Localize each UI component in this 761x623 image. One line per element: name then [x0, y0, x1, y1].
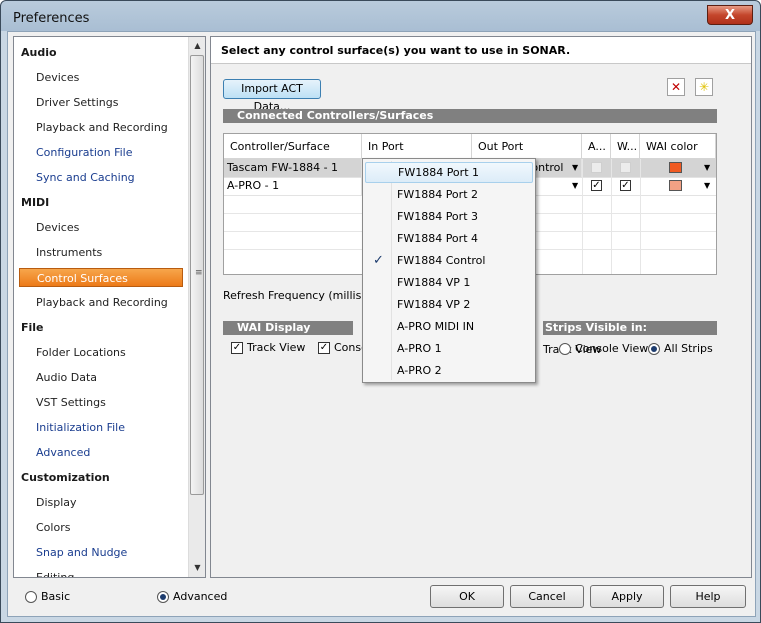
wai-color-swatch[interactable]: [669, 180, 682, 191]
menu-item-label: A-PRO MIDI IN: [397, 320, 475, 333]
col-header-in-port[interactable]: In Port: [362, 134, 472, 159]
tree-category[interactable]: Audio: [21, 43, 57, 62]
menu-item[interactable]: FW1884 Port 4: [365, 228, 533, 249]
col-header-a[interactable]: A...: [582, 134, 611, 159]
tree-item[interactable]: Display: [36, 493, 77, 512]
tree-category[interactable]: File: [21, 318, 44, 337]
tree-item[interactable]: Sync and Caching: [36, 168, 135, 187]
wai-track-view-label: Track View: [247, 341, 306, 354]
grid-line: [640, 159, 641, 274]
wai-color-swatch[interactable]: [669, 162, 682, 173]
act-checkbox[interactable]: ✓: [591, 180, 602, 191]
scroll-up-icon[interactable]: ▲: [189, 37, 205, 54]
tree-item[interactable]: Initialization File: [36, 418, 125, 437]
preferences-window: Preferences X Audio Devices Driver Setting…: [0, 0, 761, 623]
add-star-icon[interactable]: ✳: [695, 78, 713, 96]
scroll-thumb[interactable]: ≡: [190, 55, 204, 495]
tree-item[interactable]: Snap and Nudge: [36, 543, 127, 562]
connected-section-bar: Connected Controllers/Surfaces: [223, 109, 717, 123]
wai-checkbox[interactable]: ✓: [620, 180, 631, 191]
col-header-w[interactable]: W...: [611, 134, 640, 159]
category-tree: Audio Devices Driver Settings Playback and …: [13, 36, 206, 578]
pane-header-text: Select any control surface(s) you want t…: [221, 44, 571, 57]
menu-item[interactable]: FW1884 VP 2: [365, 294, 533, 315]
menu-item-label: A-PRO 2: [397, 364, 442, 377]
menu-item-label: FW1884 VP 1: [397, 276, 471, 289]
menu-item-label: FW1884 Port 3: [397, 210, 478, 223]
grid-line: [582, 159, 583, 274]
tree-item[interactable]: Colors: [36, 518, 70, 537]
tree-item[interactable]: Devices: [36, 68, 79, 87]
menu-item[interactable]: FW1884 VP 1: [365, 272, 533, 293]
tree-category[interactable]: MIDI: [21, 193, 49, 212]
grid-line: [611, 159, 612, 274]
pane-header: Select any control surface(s) you want t…: [211, 37, 751, 64]
tree-item[interactable]: Control Surfaces: [19, 268, 183, 287]
tree-item[interactable]: Editing: [36, 568, 74, 577]
tree-item[interactable]: Playback and Recording: [36, 293, 168, 312]
strips-all-radio[interactable]: [648, 343, 660, 355]
tree-item[interactable]: Driver Settings: [36, 93, 118, 112]
import-act-data-button[interactable]: Import ACT Data...: [223, 79, 321, 113]
wai-track-view-checkbox[interactable]: ✓: [231, 342, 243, 354]
tree-category[interactable]: Customization: [21, 468, 110, 487]
in-port-dropdown-menu: FW1884 Port 1 FW1884 Port 2 FW1884 Port 3 F…: [362, 158, 536, 383]
wai-color-dropdown-icon[interactable]: ▼: [704, 181, 710, 190]
menu-item-label: FW1884 Port 4: [397, 232, 478, 245]
menu-item-label: FW1884 Control: [397, 254, 486, 267]
menu-item-label: A-PRO 1: [397, 342, 442, 355]
check-icon: ✓: [373, 253, 384, 268]
out-port-dropdown-icon[interactable]: ▼: [572, 181, 578, 190]
wai-checkbox[interactable]: [620, 162, 631, 173]
menu-item-label: FW1884 Port 2: [397, 188, 478, 201]
tree-item[interactable]: Devices: [36, 218, 79, 237]
close-button[interactable]: X: [707, 5, 753, 25]
wai-console-view-checkbox[interactable]: ✓: [318, 342, 330, 354]
menu-item-label: FW1884 VP 2: [397, 298, 471, 311]
help-button[interactable]: Help: [670, 585, 746, 608]
tree-scrollbar[interactable]: ▲ ≡ ▼: [188, 37, 205, 577]
menu-item[interactable]: FW1884 Port 3: [365, 206, 533, 227]
cancel-button[interactable]: Cancel: [510, 585, 584, 608]
advanced-radio[interactable]: [157, 591, 169, 603]
ok-button[interactable]: OK: [430, 585, 504, 608]
tree-item[interactable]: Audio Data: [36, 368, 97, 387]
tree-item[interactable]: VST Settings: [36, 393, 106, 412]
menu-item[interactable]: FW1884 Port 1: [365, 162, 533, 183]
controller-cell: A-PRO - 1: [224, 177, 362, 195]
menu-item[interactable]: ✓ FW1884 Control: [365, 250, 533, 271]
col-header-out-port[interactable]: Out Port: [472, 134, 582, 159]
menu-item-label: FW1884 Port 1: [398, 166, 479, 179]
tree-item[interactable]: Playback and Recording: [36, 118, 168, 137]
wai-display-section-bar: WAI Display: [223, 321, 353, 335]
basic-label: Basic: [41, 590, 71, 603]
tree-item[interactable]: Folder Locations: [36, 343, 126, 362]
menu-item[interactable]: A-PRO 1: [365, 338, 533, 359]
out-port-dropdown-icon[interactable]: ▼: [572, 163, 578, 172]
title-bar: Preferences X: [1, 1, 760, 33]
strips-console-view-label: Console View: [575, 342, 649, 355]
controller-cell: Tascam FW-1884 - 1: [224, 159, 362, 177]
col-header-wai-color[interactable]: WAI color: [640, 134, 716, 159]
advanced-label: Advanced: [173, 590, 228, 603]
strips-visible-section-bar: Strips Visible in:: [543, 321, 717, 335]
menu-item[interactable]: A-PRO 2: [365, 360, 533, 381]
scroll-down-icon[interactable]: ▼: [189, 559, 205, 576]
col-header-controller[interactable]: Controller/Surface: [224, 134, 362, 159]
wai-color-dropdown-icon[interactable]: ▼: [704, 163, 710, 172]
window-title: Preferences: [13, 11, 90, 26]
delete-icon[interactable]: ✕: [667, 78, 685, 96]
apply-button[interactable]: Apply: [590, 585, 664, 608]
act-checkbox[interactable]: [591, 162, 602, 173]
tree-item[interactable]: Instruments: [36, 243, 102, 262]
grip-icon: ≡: [195, 268, 203, 278]
tree-item[interactable]: Advanced: [36, 443, 90, 462]
menu-item[interactable]: A-PRO MIDI IN: [365, 316, 533, 337]
strips-all-label: All Strips: [664, 342, 713, 355]
tree-item[interactable]: Configuration File: [36, 143, 133, 162]
menu-item[interactable]: FW1884 Port 2: [365, 184, 533, 205]
basic-radio[interactable]: [25, 591, 37, 603]
strips-console-view-radio[interactable]: [559, 343, 571, 355]
